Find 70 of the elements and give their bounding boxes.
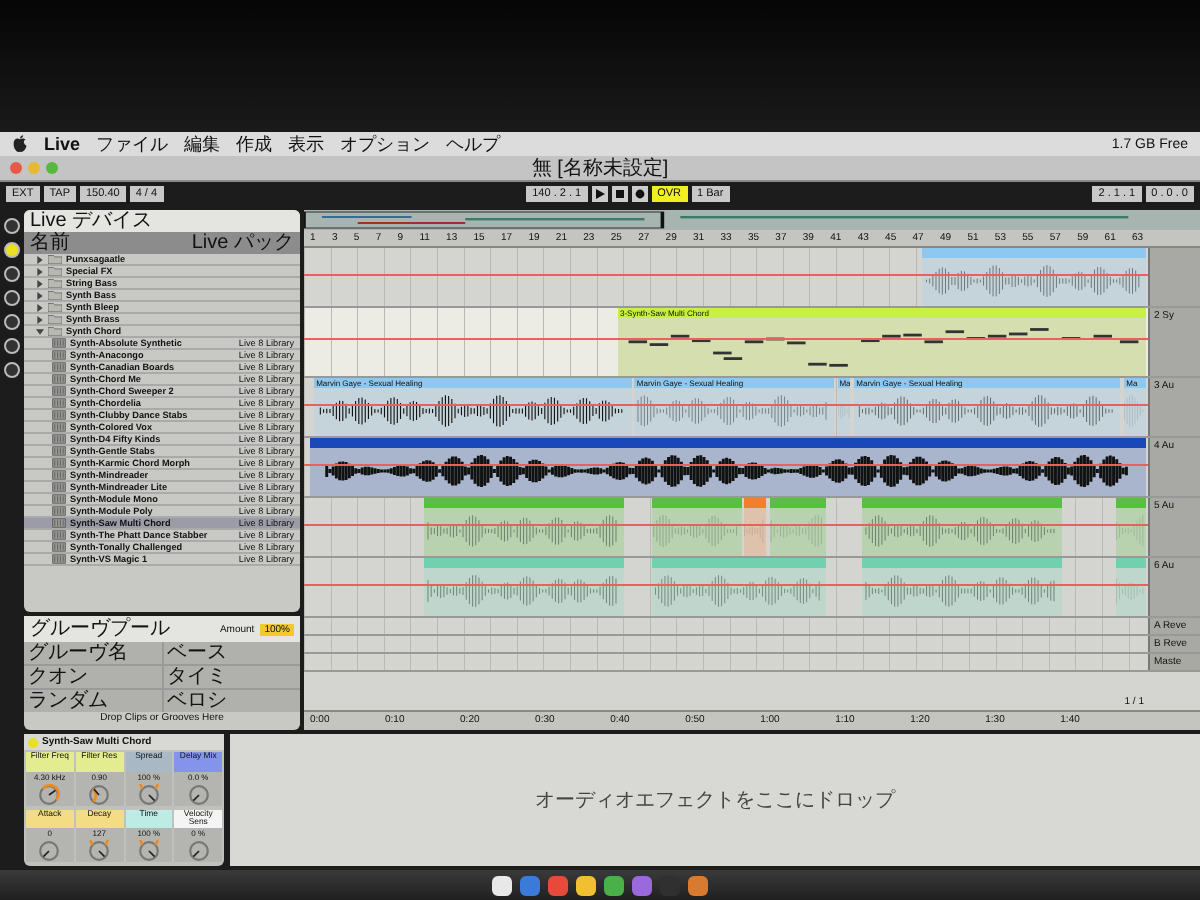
column-header[interactable]: Live パック bbox=[191, 232, 294, 254]
menu-item[interactable]: ファイル bbox=[96, 133, 169, 155]
browser-category-button[interactable] bbox=[4, 218, 20, 234]
clip-header[interactable] bbox=[1115, 558, 1147, 568]
menu-item[interactable]: オプション bbox=[340, 133, 431, 155]
knob[interactable] bbox=[137, 840, 160, 862]
audio-clip[interactable] bbox=[651, 558, 826, 616]
drop-hint: オーディオエフェクトをここにドロップ bbox=[535, 787, 895, 814]
play-icon[interactable] bbox=[591, 186, 608, 202]
knob[interactable] bbox=[88, 783, 111, 805]
column-header[interactable]: タイミ bbox=[163, 666, 300, 688]
clip-header[interactable] bbox=[1115, 498, 1147, 508]
audio-clip[interactable] bbox=[744, 498, 767, 556]
apple-icon[interactable] bbox=[12, 134, 28, 154]
audio-clip[interactable] bbox=[921, 248, 1147, 306]
audio-clip[interactable] bbox=[769, 498, 826, 556]
knob[interactable] bbox=[187, 783, 210, 805]
audio-clip[interactable] bbox=[423, 558, 623, 616]
clip-header[interactable] bbox=[423, 498, 623, 508]
caret-down-icon[interactable] bbox=[36, 327, 44, 335]
clip-header[interactable] bbox=[862, 558, 1062, 568]
audio-clip[interactable] bbox=[862, 498, 1062, 556]
window-title: 無 [名称未設定] bbox=[531, 157, 669, 179]
caret-right-icon[interactable] bbox=[36, 291, 44, 299]
stop-icon[interactable] bbox=[611, 186, 628, 202]
browser-category-button[interactable] bbox=[4, 338, 20, 354]
caret-right-icon[interactable] bbox=[36, 315, 44, 323]
caret-right-icon[interactable] bbox=[36, 279, 44, 287]
audio-clip[interactable] bbox=[651, 498, 742, 556]
knob[interactable] bbox=[137, 783, 160, 805]
column-header[interactable]: ランダム bbox=[24, 690, 161, 712]
device-on-toggle[interactable] bbox=[28, 737, 38, 747]
menu-item[interactable]: 編集 bbox=[184, 133, 221, 155]
knob[interactable] bbox=[187, 840, 210, 862]
browser-category-button[interactable] bbox=[4, 314, 20, 330]
audio-clip[interactable] bbox=[1115, 558, 1147, 616]
menu-item[interactable]: 作成 bbox=[236, 133, 273, 155]
browser-category-button[interactable] bbox=[4, 362, 20, 378]
caret-right-icon[interactable] bbox=[36, 303, 44, 311]
knob[interactable] bbox=[38, 783, 61, 805]
clip-header[interactable] bbox=[651, 498, 742, 508]
close-button[interactable] bbox=[10, 162, 22, 174]
column-header[interactable]: 名前 bbox=[30, 232, 70, 254]
audio-clip[interactable] bbox=[1115, 498, 1147, 556]
groove-pool-title: グルーヴプール bbox=[30, 618, 170, 640]
caret-right-icon[interactable] bbox=[36, 267, 44, 275]
effect-drop-area[interactable]: オーディオエフェクトをここにドロップ bbox=[230, 734, 1200, 866]
browser-title: Live デバイス bbox=[30, 210, 153, 232]
record-icon[interactable] bbox=[631, 186, 648, 202]
clip-header[interactable] bbox=[744, 498, 767, 508]
audio-clip[interactable] bbox=[423, 498, 623, 556]
browser-category-button[interactable] bbox=[4, 266, 20, 282]
menu-item[interactable]: ヘルプ bbox=[446, 133, 501, 155]
clip-header[interactable] bbox=[423, 558, 623, 568]
column-header[interactable]: グルーヴ名 bbox=[24, 642, 161, 664]
knob[interactable] bbox=[88, 840, 111, 862]
column-header[interactable]: ベース bbox=[163, 642, 300, 664]
column-header[interactable]: クオン bbox=[24, 666, 161, 688]
knob[interactable] bbox=[38, 840, 61, 862]
menu-item[interactable]: Live bbox=[44, 133, 81, 155]
menu-item[interactable]: 表示 bbox=[288, 133, 325, 155]
clip-header[interactable] bbox=[651, 558, 826, 568]
audio-clip[interactable] bbox=[862, 558, 1062, 616]
clip-header[interactable] bbox=[921, 248, 1147, 258]
clip-header[interactable] bbox=[309, 438, 1147, 448]
clip-header[interactable] bbox=[862, 498, 1062, 508]
browser-category-button[interactable] bbox=[4, 242, 20, 258]
column-header[interactable]: ベロシ bbox=[163, 690, 300, 712]
browser-category-button[interactable] bbox=[4, 290, 20, 306]
clip-header[interactable] bbox=[769, 498, 826, 508]
